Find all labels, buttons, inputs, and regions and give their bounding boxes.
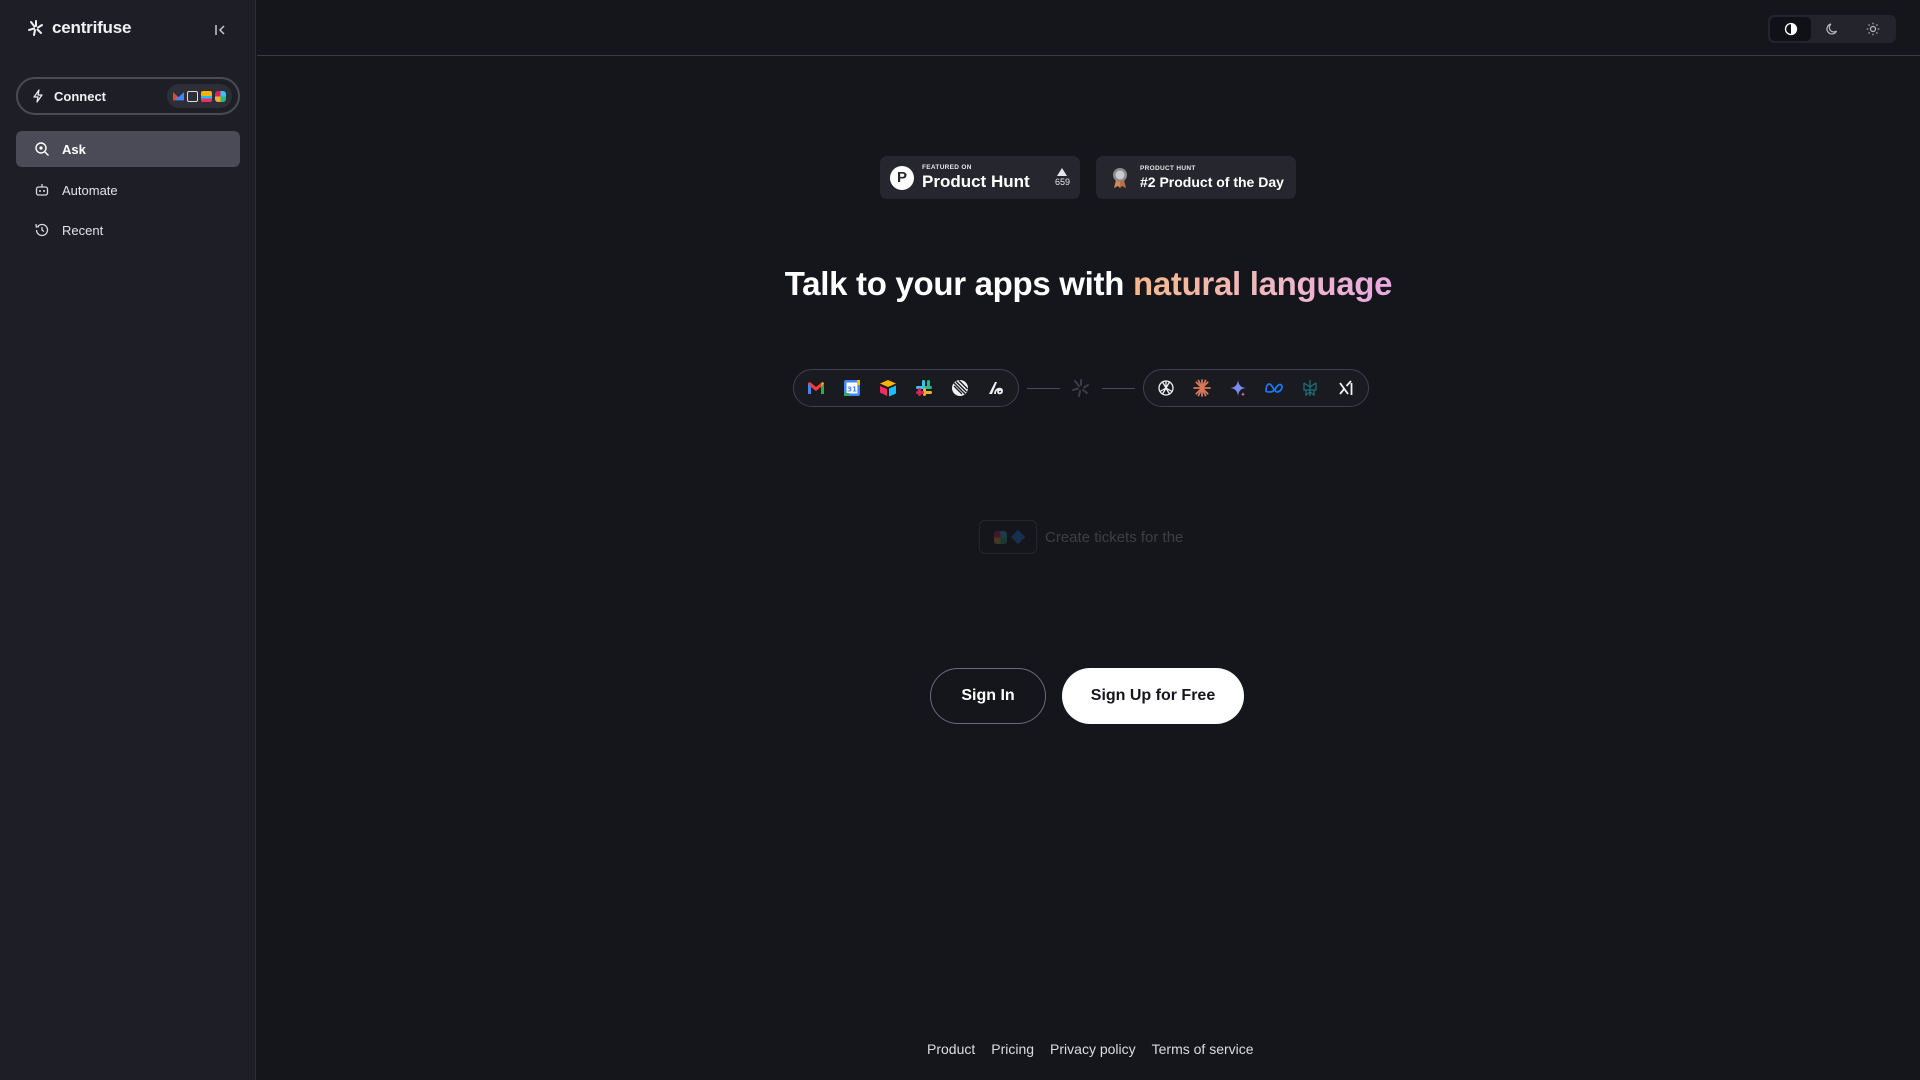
google-calendar-icon: 31 [840,376,864,400]
footer-link-product[interactable]: Product [927,1041,975,1057]
theme-switcher [1768,15,1896,43]
openai-icon [1154,376,1178,400]
models-pill [1143,369,1369,407]
brand-logo[interactable]: centrifuse [26,18,131,38]
sidebar-item-label: Automate [62,182,118,198]
apps-pill: 31 [793,369,1019,407]
xai-icon [1334,376,1358,400]
zapier-icon [984,376,1008,400]
medal-icon [1113,167,1127,188]
footer-links: Product Pricing Privacy policy Terms of … [927,1041,1254,1057]
linear-icon [948,376,972,400]
theme-dark-button[interactable] [1811,17,1852,41]
sidebar-item-label: Ask [62,141,86,157]
history-icon [35,223,49,237]
product-hunt-badges: P FEATURED ON Product Hunt 659 PRODUCT H… [880,156,1296,199]
connected-apps-preview [167,84,232,108]
collapse-left-icon [215,25,225,35]
example-prompt-apps [979,520,1037,554]
airtable-icon [876,376,900,400]
slack-icon [215,90,226,102]
jira-icon [1010,529,1025,545]
theme-light-button[interactable] [1853,17,1894,41]
product-hunt-featured-badge[interactable]: P FEATURED ON Product Hunt 659 [880,156,1080,199]
sidebar-item-automate[interactable]: Automate [16,172,240,208]
top-bar [257,0,1920,56]
headline-text: Talk to your apps with [784,265,1133,302]
example-prompt-text: Create tickets for the [1045,528,1184,546]
sign-up-button[interactable]: Sign Up for Free [1062,668,1244,724]
vote-count: 659 [1054,176,1070,187]
robot-icon [35,184,49,196]
upvote-arrow-icon [1057,167,1068,176]
centrifuse-hub-icon [1072,379,1089,397]
sun-icon [1867,22,1880,36]
connect-button[interactable]: Connect [16,77,240,115]
headline-highlight: natural language [1132,265,1393,302]
slack-icon [993,530,1007,544]
perplexity-icon [1298,376,1322,400]
example-prompt: Create tickets for the [979,520,1183,554]
connector [1027,377,1135,399]
svg-text:31: 31 [847,386,857,394]
badge-caption: FEATURED ON [922,163,972,171]
integrations-row: 31 [793,369,1369,407]
brand-name: centrifuse [52,18,132,37]
sign-in-button[interactable]: Sign In [930,668,1046,724]
centrifuse-logo-icon [28,20,43,36]
collapse-sidebar-button[interactable] [210,20,232,40]
sidebar-item-ask[interactable]: Ask [16,131,240,167]
badge-title: Product Hunt [922,172,1030,192]
footer-link-terms[interactable]: Terms of service [1152,1041,1254,1057]
theme-system-button[interactable] [1770,17,1812,41]
airtable-icon [201,90,212,102]
product-hunt-icon: P [890,165,914,190]
connect-label: Connect [54,88,106,104]
footer-link-privacy[interactable]: Privacy policy [1050,1041,1136,1057]
search-chat-icon [35,142,49,156]
auth-actions: Sign In Sign Up for Free [930,668,1244,724]
product-of-the-day-badge[interactable]: PRODUCT HUNT #2 Product of the Day [1096,156,1296,199]
slack-icon [912,376,936,400]
gmail-icon [804,376,828,400]
sidebar-item-label: Recent [62,222,104,238]
claude-icon [1190,376,1214,400]
contrast-icon [1784,22,1797,36]
moon-icon [1826,23,1838,35]
gemini-icon [1226,376,1250,400]
badge-caption: PRODUCT HUNT [1140,164,1196,172]
lightning-icon [33,89,43,103]
sidebar: centrifuse Connect Ask Automate Recent [0,0,256,1080]
footer-link-pricing[interactable]: Pricing [991,1041,1034,1057]
sidebar-item-recent[interactable]: Recent [16,212,240,248]
main-content: P FEATURED ON Product Hunt 659 PRODUCT H… [257,57,1920,1080]
badge-title: #2 Product of the Day [1140,174,1284,191]
notion-icon [187,90,198,102]
gmail-icon [173,92,184,101]
hero-headline: Talk to your apps with natural language [257,265,1920,303]
upvote-count: 659 [1054,167,1070,188]
meta-icon [1262,376,1286,400]
